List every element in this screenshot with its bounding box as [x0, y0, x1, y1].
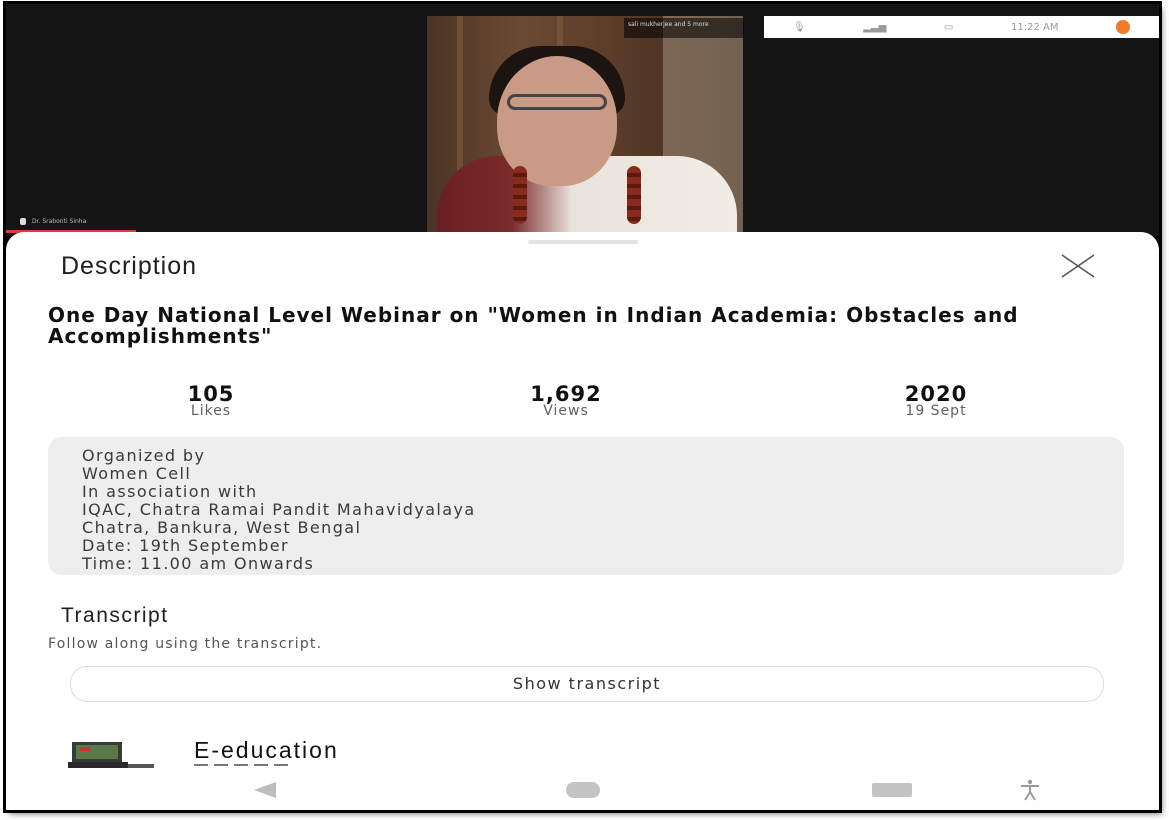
info-line: Time: 11.00 am Onwards — [82, 554, 315, 573]
mic-icon: 🎙 — [792, 21, 806, 33]
status-time: 11:22 AM — [1011, 21, 1059, 33]
info-line: In association with — [82, 482, 258, 501]
battery-icon: ▭ — [943, 21, 954, 33]
accessibility-icon[interactable] — [1019, 779, 1041, 801]
mic-muted-icon — [20, 218, 26, 225]
channel-avatar-icon[interactable] — [66, 740, 156, 770]
home-nav-icon[interactable] — [566, 782, 600, 798]
device-screen: sali mukherjee and 5 more 🎙 ▂▃▅ ▭ 11:22 … — [6, 4, 1159, 810]
description-text-box: Organized by Women Cell In association w… — [48, 437, 1124, 575]
necklace — [513, 166, 527, 224]
back-nav-icon[interactable] — [254, 782, 276, 798]
signal-icon: ▂▃▅ — [863, 21, 887, 33]
drag-handle[interactable] — [528, 240, 638, 244]
views-stat: 1,692 Views — [501, 382, 631, 419]
video-player[interactable]: sali mukherjee and 5 more 🎙 ▂▃▅ ▭ 11:22 … — [6, 4, 1159, 236]
info-line: Women Cell — [82, 464, 192, 483]
self-view-label: Dr. Srabonti Sinha — [20, 218, 86, 225]
sheet-title: Description — [61, 252, 198, 280]
self-name: Dr. Srabonti Sinha — [32, 218, 87, 225]
transcript-subtitle: Follow along using the transcript. — [48, 636, 323, 652]
views-label: Views — [543, 403, 589, 419]
info-line: Date: 19th September — [82, 536, 290, 555]
participant-tag: sali mukherjee and 5 more — [624, 18, 744, 38]
upload-date: 19 Sept — [905, 403, 967, 419]
likes-label: Likes — [190, 403, 232, 419]
info-line: IQAC, Chatra Ramai Pandit Mahavidyalaya — [82, 500, 476, 519]
video-title: One Day National Level Webinar on "Women… — [48, 303, 1019, 348]
description-sheet: Description One Day National Level Webin… — [6, 232, 1159, 810]
android-nav-bar — [6, 770, 1159, 810]
necklace — [627, 166, 641, 224]
channel-name[interactable]: E-education — [194, 737, 339, 764]
speaker-video-tile — [427, 16, 743, 236]
info-line: Organized by — [82, 446, 206, 465]
status-bar: 🎙 ▂▃▅ ▭ 11:22 AM — [764, 16, 1159, 38]
likes-stat: 105 Likes — [166, 382, 256, 419]
user-avatar-icon[interactable] — [1116, 20, 1131, 34]
close-icon[interactable] — [1060, 252, 1096, 280]
transcript-heading: Transcript — [61, 604, 169, 627]
info-line: Chatra, Bankura, West Bengal — [82, 518, 362, 537]
speaker-glasses — [507, 94, 607, 110]
date-stat: 2020 19 Sept — [876, 382, 996, 419]
show-transcript-button[interactable]: Show transcript — [70, 666, 1104, 702]
recents-nav-icon[interactable] — [872, 783, 912, 797]
